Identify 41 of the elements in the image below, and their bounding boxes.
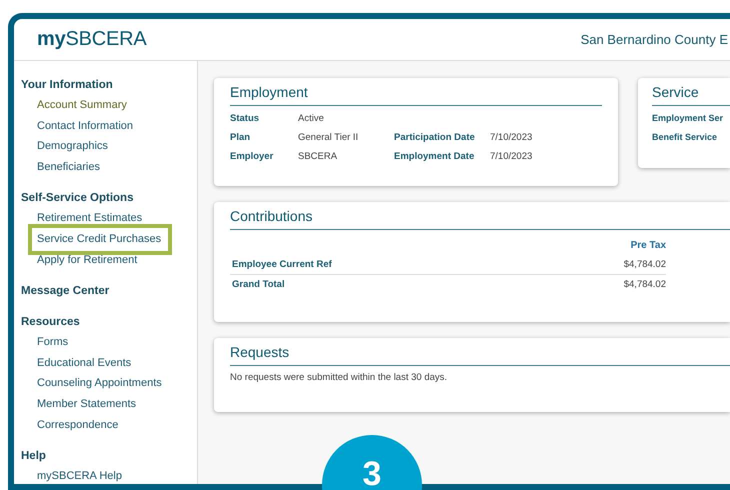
field-label: Employment Date bbox=[394, 150, 476, 163]
sidebar-link[interactable]: Educational Events bbox=[21, 352, 197, 374]
section-heading[interactable]: Self-Service Options bbox=[21, 189, 197, 208]
field-label: Status bbox=[230, 112, 260, 125]
sidebar-link[interactable]: Retirement Estimates bbox=[21, 208, 197, 229]
row-label: Employee Current Ref bbox=[232, 259, 332, 270]
field-value: 7/10/2023 bbox=[490, 150, 534, 163]
sidebar-link[interactable]: Forms bbox=[21, 332, 197, 353]
logo[interactable]: mySBCERA bbox=[37, 28, 147, 51]
sidebar-link[interactable]: Apply for Retirement bbox=[21, 250, 197, 270]
card-title: Contributions bbox=[230, 208, 730, 230]
field-label: Participation Date bbox=[394, 131, 476, 144]
table-cell: $4,784.02 bbox=[624, 259, 666, 270]
sidebar-link[interactable]: Counseling Appointments bbox=[21, 373, 197, 394]
field-label: Plan bbox=[230, 131, 252, 144]
sidebar-link[interactable]: Account Summary bbox=[21, 95, 197, 116]
organization-name: San Bernardino County E bbox=[580, 32, 728, 47]
sidebar-link[interactable]: Beneficiaries bbox=[21, 156, 197, 178]
section-heading[interactable]: Your Information bbox=[21, 76, 197, 95]
sidebar-link[interactable]: Correspondence bbox=[21, 414, 197, 436]
card-title: Service bbox=[652, 84, 730, 106]
sidebar-link[interactable]: Demographics bbox=[21, 136, 197, 157]
section-heading[interactable]: Message Center bbox=[21, 282, 197, 302]
sidebar-link[interactable]: mySBCERA Help bbox=[21, 466, 197, 484]
field-value: General Tier II bbox=[298, 131, 360, 144]
field-label: Employer bbox=[230, 150, 274, 163]
field-value: 7/10/2023 bbox=[490, 131, 534, 144]
sidebar-link[interactable]: Member Statements bbox=[21, 394, 197, 415]
field-label: Employment Ser bbox=[652, 112, 724, 125]
empty-message: No requests were submitted within the last 30 days. bbox=[230, 372, 448, 383]
field-value: Active bbox=[298, 112, 325, 125]
sidebar-link[interactable]: Contact Information bbox=[21, 116, 197, 136]
row-label: Grand Total bbox=[232, 279, 285, 290]
card-title: Requests bbox=[230, 344, 730, 366]
field-label: Benefit Service bbox=[652, 131, 718, 144]
section-heading[interactable]: Resources bbox=[21, 313, 197, 332]
card-title: Employment bbox=[230, 84, 602, 106]
field-value: SBCERA bbox=[298, 150, 338, 163]
section-heading[interactable]: Help bbox=[21, 447, 197, 466]
column-header: Pre Tax bbox=[630, 240, 666, 251]
table-cell: $4,784.02 bbox=[624, 279, 666, 290]
